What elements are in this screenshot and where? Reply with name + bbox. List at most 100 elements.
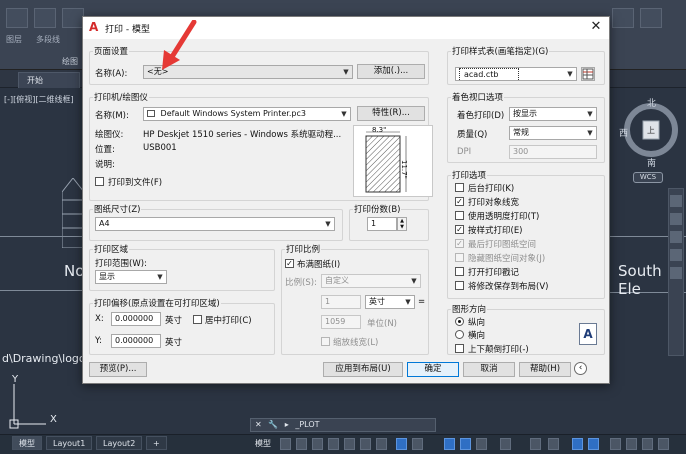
shade-plot-select[interactable]: 按显示 ▼ — [509, 107, 597, 121]
plot-transparency-label: 使用透明度打印(T) — [468, 212, 540, 222]
close-icon[interactable]: ✕ — [589, 20, 603, 34]
hardware-acceleration-icon[interactable] — [588, 438, 599, 450]
scale-units-input[interactable]: 1059 — [321, 315, 361, 329]
more-options-button[interactable]: ‹ — [574, 362, 587, 375]
wrench-icon[interactable]: 🔧 — [268, 420, 278, 429]
compass-north[interactable]: 北 — [647, 96, 656, 109]
dialog-title: 打印 - 模型 — [105, 25, 150, 35]
background-plot-checkbox[interactable] — [455, 183, 464, 192]
plot-stamp-checkbox[interactable] — [455, 267, 464, 276]
help-button[interactable]: 帮助(H) — [519, 362, 571, 377]
viewcube-face-top[interactable]: 上 — [647, 125, 655, 136]
layout-tab-layout1[interactable]: Layout1 — [46, 436, 93, 450]
command-line[interactable]: ✕ 🔧 ▸ _PLOT — [250, 418, 436, 432]
offset-x-input[interactable]: 0.000000 — [111, 312, 161, 326]
add-layout-tab-button[interactable]: + — [146, 436, 167, 450]
grid-icon[interactable] — [280, 438, 291, 450]
cancel-button[interactable]: 取消 — [463, 362, 515, 377]
ribbon-button[interactable] — [612, 8, 634, 28]
plot-lineweights-checkbox[interactable]: ✓ — [455, 197, 464, 206]
nav-button[interactable] — [670, 195, 682, 207]
plot-paperspace-last-checkbox[interactable]: ✓ — [455, 239, 464, 248]
annotation-scale-icon[interactable] — [460, 438, 471, 450]
compass-south[interactable]: 南 — [647, 156, 656, 169]
selection-cycling-icon[interactable] — [412, 438, 423, 450]
nav-button[interactable] — [670, 213, 682, 225]
paper-size-label: 图纸尺寸(Z) — [93, 203, 142, 215]
layout-tab-layout2[interactable]: Layout2 — [96, 436, 143, 450]
ok-button[interactable]: 确定 — [407, 362, 459, 377]
nav-button[interactable] — [670, 267, 682, 279]
ribbon-button[interactable] — [640, 8, 662, 28]
add-page-setup-button[interactable]: 添加(.)... — [357, 64, 425, 79]
apply-to-layout-button[interactable]: 应用到布局(U) — [323, 362, 403, 377]
scale-lineweights-checkbox[interactable] — [321, 337, 330, 346]
lineweight-icon[interactable] — [376, 438, 387, 450]
printer-name-select[interactable]: Default Windows System Printer.pc3 ▼ — [143, 107, 351, 121]
ribbon-button[interactable] — [34, 8, 56, 28]
offset-y-unit: 英寸 — [165, 338, 183, 348]
plotter-value: HP Deskjet 1510 series - Windows 系统驱动程..… — [143, 130, 342, 140]
workspace-icon[interactable] — [476, 438, 487, 450]
isolate-icon[interactable] — [572, 438, 583, 450]
plot-paperspace-last-label: 最后打印图纸空间 — [468, 240, 537, 250]
portrait-label: 纵向 — [468, 318, 486, 328]
scale-icon[interactable] — [500, 438, 511, 450]
drawing-line — [0, 236, 82, 237]
portrait-radio[interactable] — [455, 317, 464, 326]
chevron-down-icon: ▼ — [567, 70, 573, 78]
copies-input[interactable]: 1 — [367, 217, 397, 231]
otrack-icon[interactable] — [360, 438, 371, 450]
scale-unit-select[interactable]: 英寸 ▼ — [365, 295, 415, 309]
copies-stepper[interactable]: ▲ ▼ — [397, 217, 407, 231]
offset-y-input[interactable]: 0.000000 — [111, 334, 161, 348]
preview-height-label: 11.7" — [400, 160, 408, 179]
plot-with-styles-checkbox[interactable]: ✓ — [455, 225, 464, 234]
chevron-down-icon: ▼ — [325, 220, 331, 228]
edit-plot-style-button[interactable] — [581, 67, 595, 81]
paper-size-select[interactable]: A4 ▼ — [95, 217, 335, 231]
snap-icon[interactable] — [296, 438, 307, 450]
plot-style-select[interactable]: acad.ctb ▼ — [455, 67, 577, 81]
clean-screen-icon[interactable] — [610, 438, 621, 450]
polar-icon[interactable] — [328, 438, 339, 450]
upside-down-checkbox[interactable] — [455, 344, 464, 353]
quality-select[interactable]: 常规 ▼ — [509, 126, 597, 140]
ortho-icon[interactable] — [312, 438, 323, 450]
scale-inches-input[interactable]: 1 — [321, 295, 361, 309]
viewcube[interactable]: 北 南 西 上 — [618, 96, 684, 176]
printer-properties-button[interactable]: 特性(R)... — [357, 106, 425, 121]
transparency-icon[interactable] — [396, 438, 407, 450]
tab-start[interactable]: 开始 — [18, 72, 80, 88]
fit-to-paper-checkbox[interactable]: ✓ — [285, 259, 294, 268]
close-icon[interactable]: ✕ — [255, 420, 262, 429]
center-plot-checkbox[interactable] — [193, 315, 202, 324]
ribbon-button[interactable] — [6, 8, 28, 28]
layout-tab-model[interactable]: 模型 — [12, 436, 42, 450]
compass-west[interactable]: 西 — [619, 126, 628, 139]
navigation-bar[interactable] — [668, 188, 684, 356]
dpi-input[interactable]: 300 — [509, 145, 597, 159]
plus-icon[interactable] — [548, 438, 559, 450]
wcs-menu[interactable]: WCS — [633, 172, 663, 183]
annotation-icon[interactable] — [444, 438, 455, 450]
hide-paperspace-objects-checkbox[interactable] — [455, 253, 464, 262]
settings-icon[interactable] — [530, 438, 541, 450]
osnap-icon[interactable] — [344, 438, 355, 450]
scale-select[interactable]: 自定义 ▼ — [321, 274, 421, 288]
plot-transparency-checkbox[interactable] — [455, 211, 464, 220]
lock-icon[interactable] — [642, 438, 653, 450]
viewport-label[interactable]: [-][俯视][二维线框] — [4, 94, 74, 105]
save-to-layout-checkbox[interactable] — [455, 281, 464, 290]
plot-range-select[interactable]: 显示 ▼ — [95, 270, 167, 284]
print-to-file-checkbox[interactable] — [95, 177, 104, 186]
chevron-down-icon: ▼ — [157, 273, 163, 281]
preview-button[interactable]: 预览(P)... — [89, 362, 147, 377]
customize-icon[interactable] — [626, 438, 637, 450]
nav-button[interactable] — [670, 249, 682, 261]
status-model[interactable]: 模型 — [255, 438, 271, 449]
nav-button[interactable] — [670, 231, 682, 243]
ribbon-button[interactable] — [62, 8, 84, 28]
landscape-radio[interactable] — [455, 330, 464, 339]
menu-icon[interactable] — [658, 438, 669, 450]
